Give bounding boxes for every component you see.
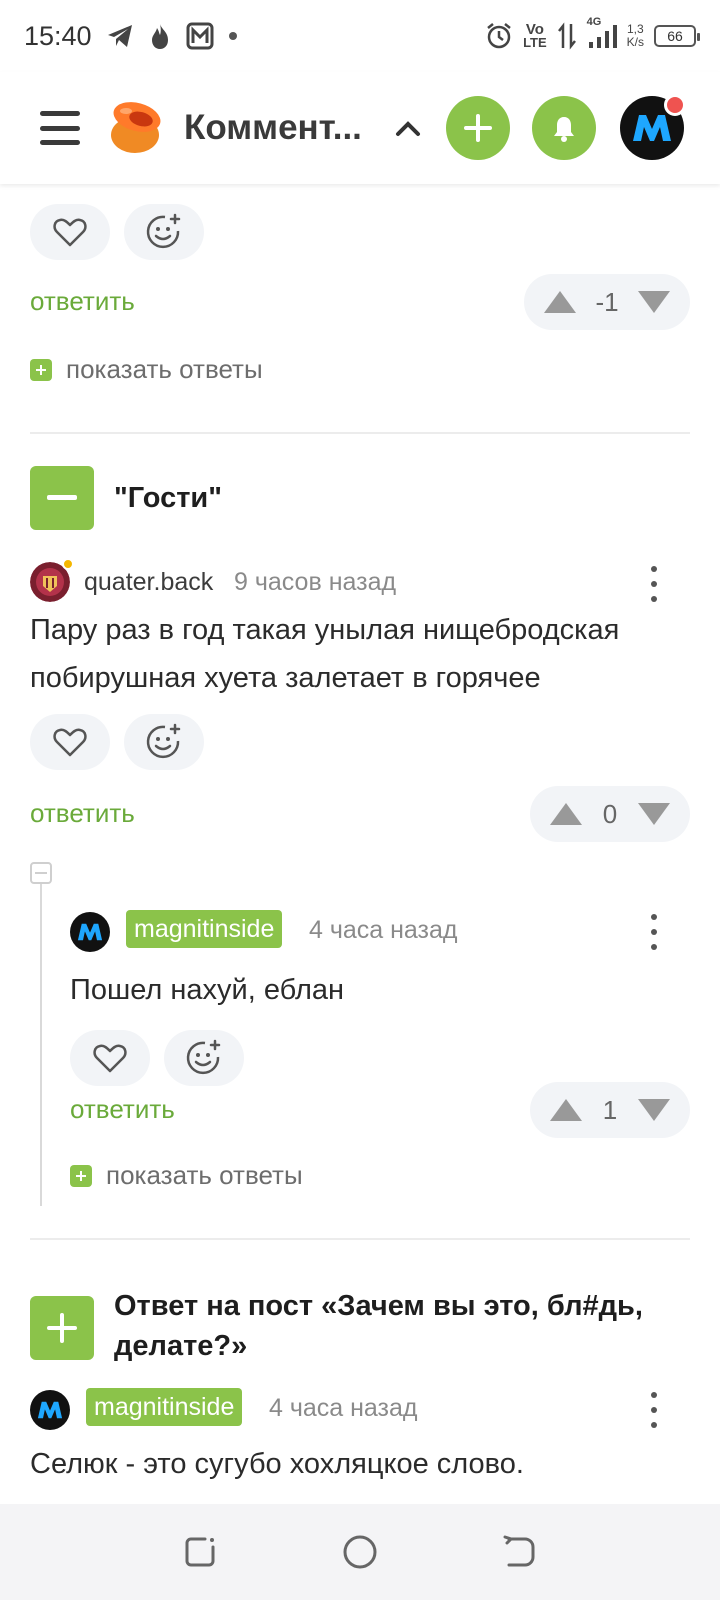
m-logo-icon bbox=[37, 1401, 63, 1419]
show-replies-button[interactable]: показать ответы bbox=[30, 354, 263, 385]
battery-icon: 66 bbox=[654, 25, 700, 47]
comment-text: Пару раз в год такая унылая нищебродская… bbox=[30, 614, 620, 694]
like-button[interactable] bbox=[70, 1030, 150, 1086]
add-reaction-button[interactable] bbox=[124, 204, 204, 260]
reply-link[interactable]: ответить bbox=[30, 798, 135, 829]
app-m-icon bbox=[186, 22, 214, 50]
show-replies-label: показать ответы bbox=[66, 354, 263, 384]
timestamp: 4 часа назад bbox=[309, 916, 458, 944]
thread-title[interactable]: Ответ на пост «Зачем вы это, бл#дь, дела… bbox=[114, 1286, 690, 1366]
comments-feed: ответить -1 показать ответы "Гости" quat… bbox=[0, 184, 720, 1504]
thread-line bbox=[40, 876, 42, 1206]
recents-icon bbox=[185, 1537, 215, 1567]
downvote-icon[interactable] bbox=[636, 801, 672, 827]
emoji-add-icon bbox=[146, 723, 181, 759]
thread-title: "Гости" bbox=[114, 482, 222, 514]
emoji-add-icon bbox=[146, 213, 181, 249]
expand-thread-button[interactable] bbox=[30, 1296, 94, 1360]
page-title: Коммент... bbox=[184, 108, 362, 147]
m-logo-icon bbox=[633, 115, 671, 141]
status-time: 15:40 bbox=[24, 20, 92, 51]
m-logo-icon bbox=[77, 923, 103, 941]
system-nav-bar bbox=[0, 1504, 720, 1600]
volte-bottom: LTE bbox=[523, 35, 547, 50]
like-button[interactable] bbox=[30, 714, 110, 770]
home-button[interactable] bbox=[338, 1530, 382, 1574]
more-options-icon[interactable] bbox=[644, 914, 664, 950]
heart-icon bbox=[53, 728, 87, 757]
avatar[interactable] bbox=[70, 912, 110, 952]
app-bar: Коммент... bbox=[0, 72, 720, 184]
add-reaction-button[interactable] bbox=[164, 1030, 244, 1086]
more-options-icon[interactable] bbox=[644, 1392, 664, 1428]
heart-icon bbox=[53, 218, 87, 247]
vote-widget: -1 bbox=[524, 274, 690, 330]
avatar[interactable] bbox=[30, 1390, 70, 1430]
add-reaction-button[interactable] bbox=[124, 714, 204, 770]
upvote-icon[interactable] bbox=[548, 801, 584, 827]
menu-icon[interactable] bbox=[40, 111, 80, 145]
plus-square-icon bbox=[30, 358, 52, 381]
back-button[interactable] bbox=[498, 1530, 542, 1574]
notification-badge bbox=[664, 94, 686, 116]
vote-widget: 0 bbox=[530, 786, 690, 842]
bell-icon bbox=[554, 117, 574, 142]
upvote-icon[interactable] bbox=[548, 1097, 584, 1123]
fire-icon bbox=[148, 22, 172, 50]
back-icon bbox=[503, 1535, 535, 1567]
show-replies-button[interactable]: показать ответы bbox=[70, 1160, 303, 1191]
like-button[interactable] bbox=[30, 204, 110, 260]
data-transfer-icon bbox=[557, 22, 577, 50]
vote-score: -1 bbox=[595, 286, 619, 317]
pikabu-logo-icon[interactable] bbox=[108, 99, 166, 157]
reply-link[interactable]: ответить bbox=[30, 286, 135, 317]
notifications-button[interactable] bbox=[532, 96, 596, 160]
online-status-icon bbox=[62, 558, 74, 570]
telegram-icon bbox=[106, 23, 134, 49]
volte-indicator: Vo LTE bbox=[523, 22, 547, 50]
plus-icon bbox=[47, 1313, 77, 1343]
chevron-up-icon[interactable] bbox=[392, 112, 424, 144]
user-avatar[interactable] bbox=[620, 94, 686, 160]
battery-level: 66 bbox=[667, 28, 683, 44]
vote-score: 0 bbox=[602, 798, 618, 829]
notification-dot-icon bbox=[228, 31, 238, 41]
minus-icon bbox=[35, 872, 47, 874]
home-circle-icon bbox=[343, 1535, 377, 1569]
network-type: 4G bbox=[586, 16, 602, 28]
username-tag[interactable]: magnitinside bbox=[86, 1388, 243, 1426]
vote-score: 1 bbox=[602, 1094, 618, 1125]
reply-link[interactable]: ответить bbox=[70, 1094, 175, 1125]
alarm-icon bbox=[485, 22, 513, 50]
signal-indicator: 4G bbox=[587, 16, 617, 50]
heart-icon bbox=[93, 1044, 127, 1073]
minus-icon bbox=[47, 495, 77, 500]
network-speed-unit: K/s bbox=[626, 35, 644, 49]
downvote-icon[interactable] bbox=[636, 289, 672, 315]
collapse-reply-button[interactable] bbox=[30, 862, 52, 884]
add-post-button[interactable] bbox=[446, 96, 510, 160]
network-speed: 1,3 K/s bbox=[627, 23, 644, 49]
divider bbox=[30, 432, 690, 434]
collapse-thread-button[interactable] bbox=[30, 466, 94, 530]
username[interactable]: quater.back bbox=[84, 568, 213, 597]
comment-text: Селюк - это сугубо хохляцкое слово. bbox=[30, 1448, 524, 1480]
downvote-icon[interactable] bbox=[636, 1097, 672, 1123]
status-bar: 15:40 Vo LTE 4G 1,3 K/s 66 bbox=[0, 0, 720, 72]
timestamp: 9 часов назад bbox=[234, 568, 397, 596]
plus-icon bbox=[464, 114, 492, 142]
recents-button[interactable] bbox=[178, 1530, 222, 1574]
vote-widget: 1 bbox=[530, 1082, 690, 1138]
comment-text: Пошел нахуй, еблан bbox=[70, 974, 345, 1006]
username-tag[interactable]: magnitinside bbox=[126, 910, 283, 948]
more-options-icon[interactable] bbox=[644, 566, 664, 602]
plus-square-icon bbox=[70, 1164, 92, 1187]
timestamp: 4 часа назад bbox=[269, 1394, 418, 1422]
upvote-icon[interactable] bbox=[542, 289, 578, 315]
show-replies-label: показать ответы bbox=[106, 1160, 303, 1190]
emoji-add-icon bbox=[186, 1039, 221, 1075]
divider bbox=[30, 1238, 690, 1240]
